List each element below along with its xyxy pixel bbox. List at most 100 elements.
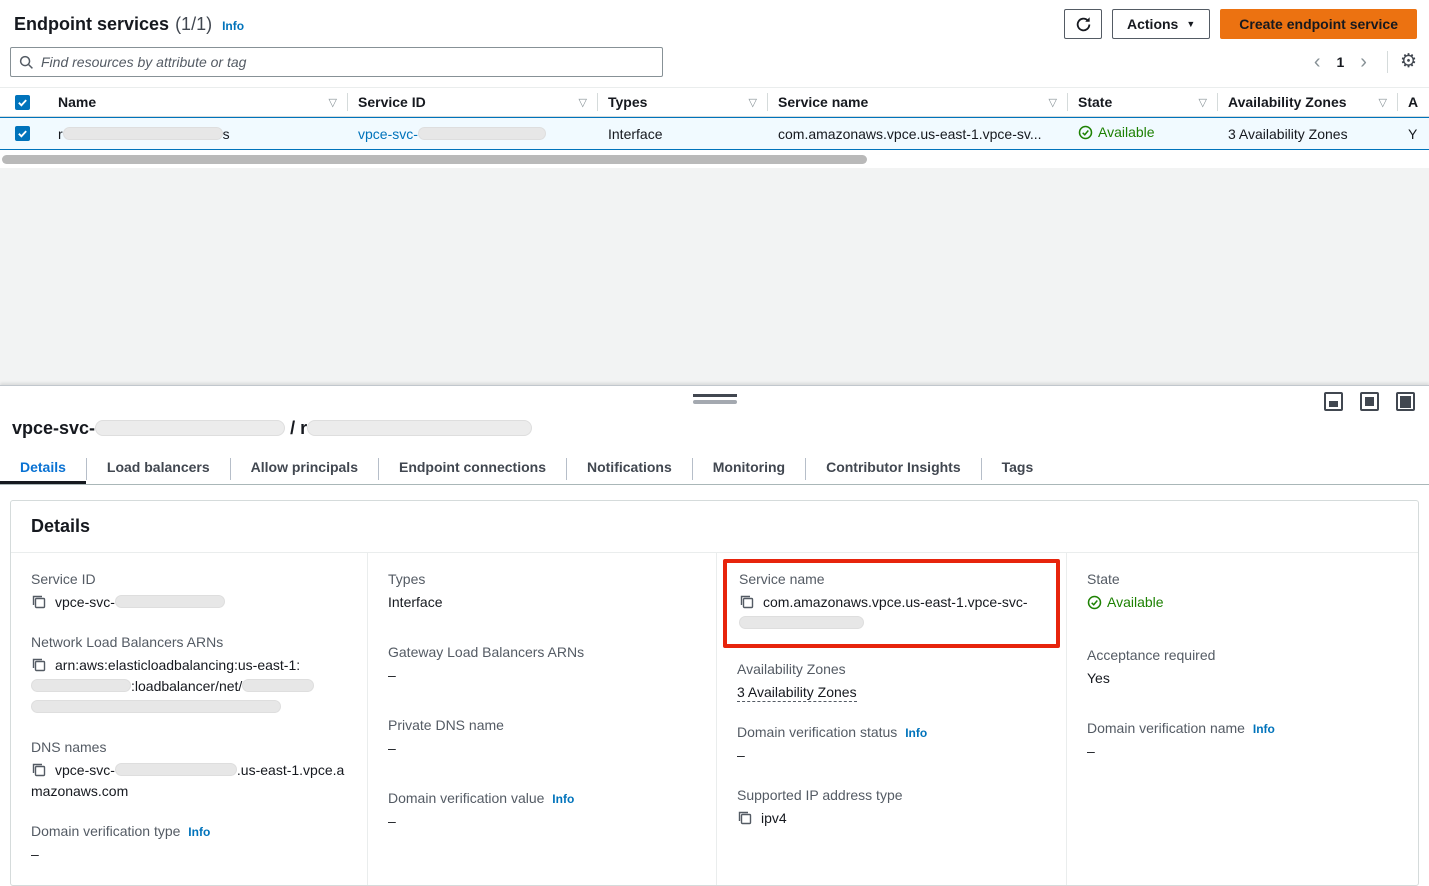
field-label: DNS names [31, 739, 347, 755]
tab-contributor-insights[interactable]: Contributor Insights [806, 453, 981, 484]
redacted-text [31, 700, 281, 713]
select-all-checkbox[interactable] [15, 95, 30, 110]
tab-endpoint-connections[interactable]: Endpoint connections [379, 453, 566, 484]
sort-icon[interactable]: ▽ [1199, 96, 1207, 109]
field-domain-verification-type: Domain verification type Info – [31, 823, 347, 865]
filter-row: ‹ 1 › ⚙ [0, 43, 1429, 87]
tab-monitoring[interactable]: Monitoring [693, 453, 805, 484]
field-label: Gateway Load Balancers ARNs [388, 644, 696, 660]
next-page-icon[interactable]: › [1352, 52, 1375, 72]
sort-icon[interactable]: ▽ [1049, 96, 1057, 109]
search-icon [19, 55, 34, 70]
availability-zones-popover[interactable]: 3 Availability Zones [737, 684, 857, 702]
annotation-red-box: Service name com.amazonaws.vpce.us-east-… [723, 559, 1060, 648]
table-row[interactable]: rs vpce-svc- Interface com.amazonaws.vpc… [0, 117, 1429, 150]
field-availability-zones: Availability Zones 3 Availability Zones [737, 661, 1046, 703]
redacted-text [115, 595, 225, 608]
field-label: Network Load Balancers ARNs [31, 634, 347, 650]
column-header-service-id[interactable]: Service ID▽ [348, 93, 598, 111]
row-checkbox[interactable] [15, 126, 30, 141]
scrollbar-thumb[interactable] [2, 155, 867, 164]
sort-icon[interactable]: ▽ [329, 96, 337, 109]
column-header-partial: A [1398, 93, 1429, 111]
tab-tags[interactable]: Tags [982, 453, 1054, 484]
column-header-service-name[interactable]: Service name▽ [768, 93, 1068, 111]
tab-allow-principals[interactable]: Allow principals [231, 453, 378, 484]
page-header: Endpoint services (1/1) Info Actions ▼ C… [0, 0, 1429, 43]
refresh-icon [1075, 16, 1092, 33]
resource-count: (1/1) [175, 14, 212, 35]
actions-button[interactable]: Actions ▼ [1112, 9, 1210, 39]
redacted-text [115, 763, 237, 776]
search-input[interactable] [41, 54, 654, 70]
cell-service-id: vpce-svc- [348, 126, 598, 142]
page-number[interactable]: 1 [1332, 54, 1348, 70]
copy-icon[interactable] [31, 657, 47, 673]
cell-service-name: com.amazonaws.vpce.us-east-1.vpce-sv... [768, 126, 1068, 142]
panel-full-size-icon[interactable] [1396, 392, 1415, 411]
table-header-row: Name▽ Service ID▽ Types▽ Service name▽ S… [0, 88, 1429, 117]
create-endpoint-service-button[interactable]: Create endpoint service [1220, 9, 1417, 39]
cell-state: Available [1068, 124, 1218, 143]
info-link[interactable]: Info [1253, 722, 1275, 736]
info-link[interactable]: Info [905, 726, 927, 740]
details-card-title: Details [11, 501, 1418, 553]
actions-label: Actions [1127, 16, 1178, 32]
field-label: State [1087, 571, 1398, 587]
redacted-text [739, 616, 864, 629]
sort-icon[interactable]: ▽ [749, 96, 757, 109]
column-header-availability-zones[interactable]: Availability Zones▽ [1218, 93, 1398, 111]
redacted-text [95, 420, 285, 436]
service-id-link[interactable]: vpce-svc- [358, 126, 546, 142]
copy-icon[interactable] [737, 810, 753, 826]
tab-details[interactable]: Details [0, 453, 86, 484]
sort-icon[interactable]: ▽ [579, 96, 587, 109]
page-title: Endpoint services [14, 14, 169, 35]
field-label: Service name [739, 571, 1044, 587]
info-link[interactable]: Info [552, 792, 574, 806]
field-domain-verification-value: Domain verification value Info – [388, 790, 696, 832]
tab-load-balancers[interactable]: Load balancers [87, 453, 230, 484]
column-header-types[interactable]: Types▽ [598, 93, 768, 111]
redacted-text [307, 420, 532, 436]
status-available-icon [1078, 125, 1093, 140]
cell-availability-zones: 3 Availability Zones [1218, 126, 1398, 142]
field-label: Types [388, 571, 696, 587]
details-column-2: Types Interface Gateway Load Balancers A… [368, 553, 717, 885]
tab-notifications[interactable]: Notifications [567, 453, 692, 484]
horizontal-scrollbar [0, 150, 1429, 168]
refresh-button[interactable] [1064, 9, 1102, 39]
split-panel: vpce-svc- / r Details Load balancers All… [0, 385, 1429, 886]
previous-page-icon[interactable]: ‹ [1306, 52, 1329, 72]
copy-icon[interactable] [31, 762, 47, 778]
field-supported-ip-address-type: Supported IP address type ipv4 [737, 787, 1046, 829]
field-nlb-arns: Network Load Balancers ARNs arn:aws:elas… [31, 634, 347, 718]
cell-name: rs [48, 126, 348, 142]
check-icon [17, 128, 28, 139]
column-header-state[interactable]: State▽ [1068, 93, 1218, 111]
field-state: State Available [1087, 571, 1398, 616]
content-background [0, 168, 1429, 385]
panel-resize-handle[interactable] [693, 394, 737, 404]
availability-zones-popover[interactable]: 3 Availability Zones [1228, 126, 1348, 142]
copy-icon[interactable] [31, 594, 47, 610]
panel-collapse-icon[interactable] [1324, 392, 1343, 411]
field-label: Availability Zones [737, 661, 1046, 677]
title-info-link[interactable]: Info [222, 19, 244, 33]
copy-icon[interactable] [739, 594, 755, 610]
panel-half-size-icon[interactable] [1360, 392, 1379, 411]
endpoint-services-table: Name▽ Service ID▽ Types▽ Service name▽ S… [0, 87, 1429, 168]
field-dns-names: DNS names vpce-svc-.us-east-1.vpce.amazo… [31, 739, 347, 802]
redacted-text [242, 679, 314, 692]
field-private-dns-name: Private DNS name – [388, 717, 696, 759]
search-box[interactable] [10, 47, 663, 77]
redacted-text [31, 679, 131, 692]
info-link[interactable]: Info [188, 825, 210, 839]
details-column-3: Service name com.amazonaws.vpce.us-east-… [717, 553, 1067, 885]
gear-icon[interactable]: ⚙ [1400, 52, 1417, 72]
divider [1387, 51, 1388, 73]
column-header-name[interactable]: Name▽ [48, 93, 348, 111]
field-label: Acceptance required [1087, 647, 1398, 663]
sort-icon[interactable]: ▽ [1379, 96, 1387, 109]
field-label: Service ID [31, 571, 347, 587]
